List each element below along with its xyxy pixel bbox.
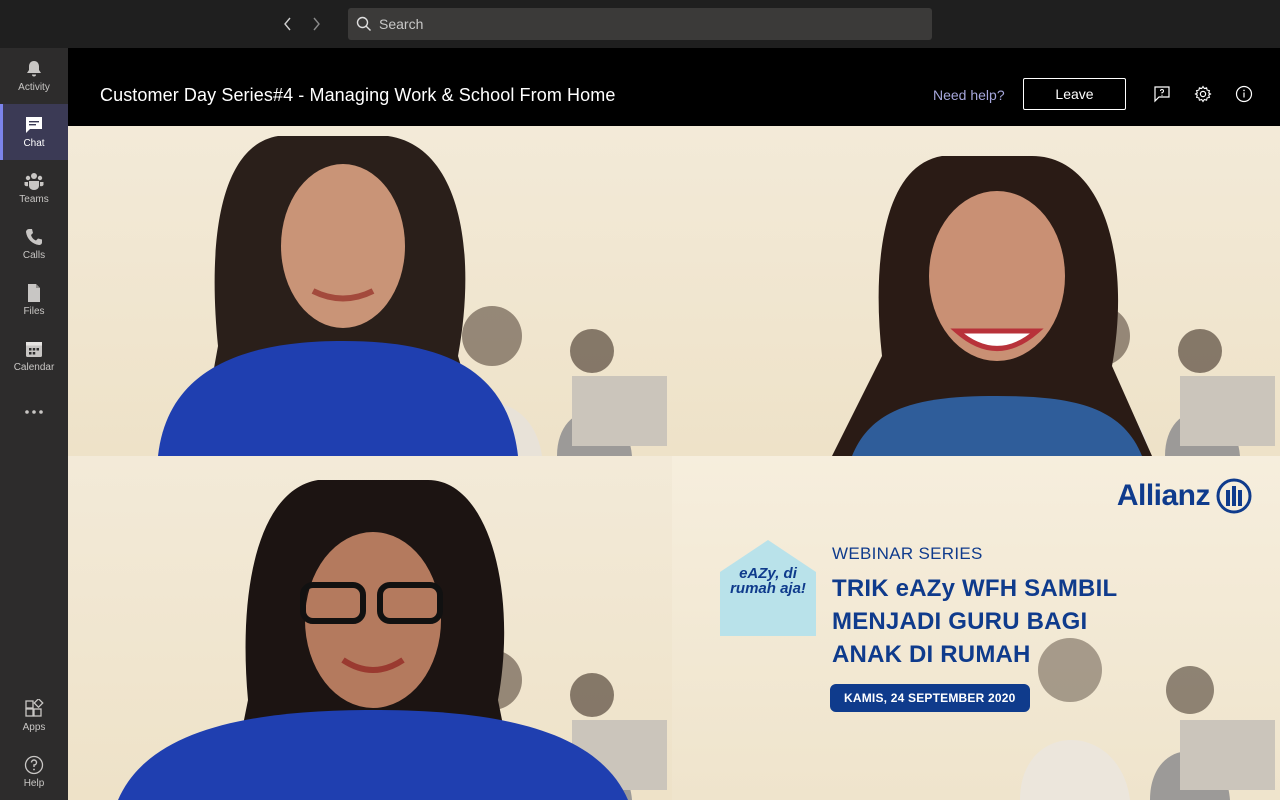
rail-item-help[interactable]: Help — [0, 744, 68, 800]
rail-label: Activity — [18, 81, 50, 93]
apps-icon — [25, 698, 44, 717]
app-rail: Activity Chat Teams Calls Files Calendar… — [0, 48, 68, 800]
search-box[interactable] — [348, 8, 932, 40]
chat-icon — [26, 116, 42, 133]
headline-line: TRIK eAZy WFH SAMBIL — [832, 575, 1118, 602]
search-icon — [356, 16, 371, 31]
rail-label: Apps — [22, 721, 46, 733]
bell-icon — [27, 60, 41, 76]
search-input[interactable] — [379, 16, 899, 32]
headline-line: MENJADI GURU BAGI — [832, 608, 1088, 635]
webinar-date-badge: KAMIS, 24 SEPTEMBER 2020 — [830, 684, 1030, 712]
settings-button[interactable] — [1193, 84, 1213, 104]
rail-label: Files — [23, 305, 45, 317]
video-stage: Allianz eAZy, di rumah aja! WEBINAR SERI… — [68, 126, 1280, 800]
allianz-logo: Allianz — [1117, 478, 1252, 514]
forward-button[interactable] — [304, 12, 328, 36]
headline-line: ANAK DI RUMAH — [832, 641, 1031, 668]
participant-video-tile[interactable] — [68, 456, 672, 800]
need-help-link[interactable]: Need help? — [933, 87, 1005, 103]
meeting-title: Customer Day Series#4 - Managing Work & … — [100, 85, 616, 105]
participant-silhouette-image — [158, 136, 518, 456]
rail-label: Calls — [22, 249, 46, 261]
participant-silhouette-image — [118, 480, 628, 800]
shared-content-banner[interactable]: Allianz eAZy, di rumah aja! WEBINAR SERI… — [672, 456, 1280, 800]
leave-button[interactable]: Leave — [1023, 78, 1126, 110]
rail-item-apps[interactable]: Apps — [0, 688, 68, 744]
gear-icon — [1194, 85, 1212, 103]
rail-label: Calendar — [13, 361, 55, 373]
rail-item-files[interactable]: Files — [0, 272, 68, 328]
rail-item-calendar[interactable]: Calendar — [0, 328, 68, 384]
calendar-icon — [26, 341, 42, 357]
rail-item-activity[interactable]: Activity — [0, 48, 68, 104]
ellipsis-icon — [25, 410, 43, 414]
campaign-badge: eAZy, di rumah aja! — [718, 538, 818, 638]
participant-silhouette-image — [832, 156, 1152, 456]
chevron-left-icon — [284, 17, 291, 31]
chat-bubble-icon — [1154, 86, 1170, 103]
webinar-series-label: WEBINAR SERIES — [832, 544, 983, 563]
rail-item-calls[interactable]: Calls — [0, 216, 68, 272]
meeting-chat-button[interactable] — [1152, 84, 1172, 104]
meeting-header: Customer Day Series#4 - Managing Work & … — [68, 48, 1280, 126]
info-icon — [1235, 85, 1253, 103]
rail-label: Chat — [23, 137, 45, 149]
help-icon — [24, 755, 44, 774]
rail-item-teams[interactable]: Teams — [0, 160, 68, 216]
participant-video-tile[interactable] — [672, 126, 1280, 456]
info-button[interactable] — [1234, 84, 1254, 104]
campaign-badge-text: eAZy, di rumah aja! — [730, 565, 806, 597]
rail-label: Teams — [19, 193, 49, 205]
participant-video-tile[interactable] — [68, 126, 672, 456]
chevron-right-icon — [313, 17, 320, 31]
top-bar — [0, 0, 1280, 48]
teams-icon — [24, 172, 44, 190]
back-button[interactable] — [276, 12, 300, 36]
logo-text: Allianz — [1116, 479, 1211, 512]
allianz-emblem-icon — [1216, 478, 1252, 514]
rail-label: Help — [23, 777, 45, 789]
webinar-headline: TRIK eAZy WFH SAMBIL MENJADI GURU BAGI A… — [832, 572, 1117, 671]
rail-item-chat[interactable]: Chat — [0, 104, 68, 160]
phone-icon — [26, 228, 42, 245]
file-icon — [28, 283, 40, 302]
more-apps-button[interactable] — [0, 388, 68, 436]
